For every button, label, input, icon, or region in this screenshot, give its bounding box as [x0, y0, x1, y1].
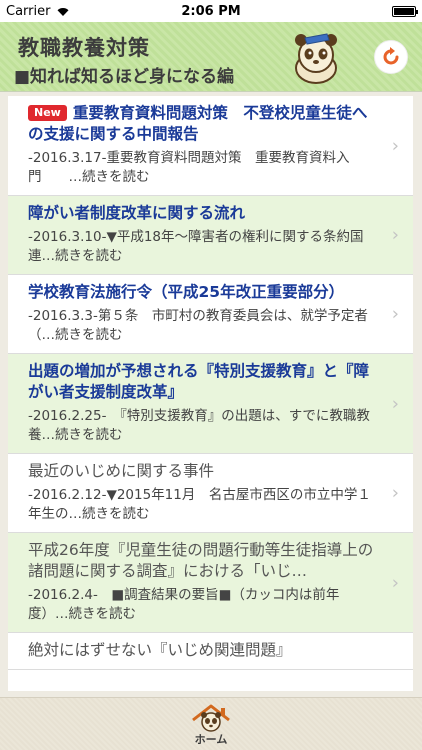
app-subtitle: ■知れば知るほど身になる編 [14, 67, 235, 87]
panda-mascot-icon [295, 33, 337, 84]
wifi-icon [57, 7, 69, 16]
battery-level [394, 7, 414, 15]
list-item[interactable]: 学校教育法施行令（平成25年改正重要部分） -2016.3.3-第５条 市町村の… [8, 275, 413, 354]
home-tab[interactable]: ホーム [180, 700, 242, 750]
item-title: 障がい者制度改革に関する流れ [28, 204, 246, 222]
item-excerpt: -2016.2.12-▼2015年11月 名古屋市西区の市立中学１年生の…続きを… [28, 487, 371, 522]
status-left: Carrier [6, 4, 70, 19]
refresh-button[interactable] [374, 40, 408, 74]
battery-icon [392, 5, 418, 17]
chevron-right-icon: › [391, 482, 399, 504]
app-header: 教職教養対策 ■知れば知るほど身になる編 [0, 22, 422, 92]
item-title-text: 重要教育資料問題対策 不登校児童生徒への支援に関する中間報告 [28, 104, 368, 143]
refresh-icon [383, 47, 399, 65]
chevron-right-icon: › [391, 303, 399, 325]
list-item[interactable]: 障がい者制度改革に関する流れ -2016.3.10-▼平成18年～障害者の権利に… [8, 196, 413, 275]
status-bar: Carrier 2:06 PM [0, 0, 422, 22]
item-title: 最近のいじめに関する事件 [28, 462, 215, 480]
item-title: 出題の増加が予想される『特別支援教育』と『障がい者支援制度改革』 [28, 362, 370, 401]
chevron-right-icon: › [391, 224, 399, 246]
list-item[interactable]: 出題の増加が予想される『特別支援教育』と『障がい者支援制度改革』 -2016.2… [8, 354, 413, 454]
list-item[interactable]: 最近のいじめに関する事件 -2016.2.12-▼2015年11月 名古屋市西区… [8, 454, 413, 533]
list-item[interactable]: 平成26年度『児童生徒の問題行動等生徒指導上の諸問題に関する調査』における「いじ… [8, 533, 413, 633]
item-excerpt: -2016.2.25- 『特別支援教育』の出題は、すでに教職教養…続きを読む [28, 408, 370, 443]
chevron-right-icon: › [391, 572, 399, 593]
home-panda-icon [192, 704, 230, 732]
item-title: 絶対にはずせない『いじめ関連問題』 [28, 641, 292, 659]
list-item[interactable]: New 重要教育資料問題対策 不登校児童生徒への支援に関する中間報告 -2016.… [8, 96, 413, 196]
item-title: 平成26年度『児童生徒の問題行動等生徒指導上の諸問題に関する調査』における「いじ… [28, 541, 374, 580]
carrier-label: Carrier [6, 3, 51, 19]
chevron-right-icon: › [391, 393, 399, 414]
item-title: 学校教育法施行令（平成25年改正重要部分） [28, 283, 345, 301]
list-item[interactable]: 絶対にはずせない『いじめ関連問題』 [8, 633, 413, 670]
home-label: ホーム [194, 733, 228, 746]
item-excerpt: -2016.3.10-▼平成18年～障害者の権利に関する条約国連…続きを読む [28, 229, 364, 264]
tab-bar: ホーム [0, 697, 422, 750]
article-list[interactable]: New 重要教育資料問題対策 不登校児童生徒への支援に関する中間報告 -2016.… [8, 96, 413, 691]
new-badge: New [28, 105, 67, 121]
item-title: New 重要教育資料問題対策 不登校児童生徒への支援に関する中間報告 [28, 103, 377, 145]
item-excerpt: -2016.2.4- ■調査結果の要旨■（カッコ内は前年度）…続きを読む [28, 587, 340, 622]
item-excerpt: -2016.3.3-第５条 市町村の教育委員会は、就学予定者（…続きを読む [28, 308, 368, 343]
app-title: 教職教養対策 [18, 36, 150, 60]
item-excerpt: -2016.3.17-重要教育資料問題対策 重要教育資料入門 …続きを読む [28, 150, 350, 185]
chevron-right-icon: › [391, 135, 399, 156]
